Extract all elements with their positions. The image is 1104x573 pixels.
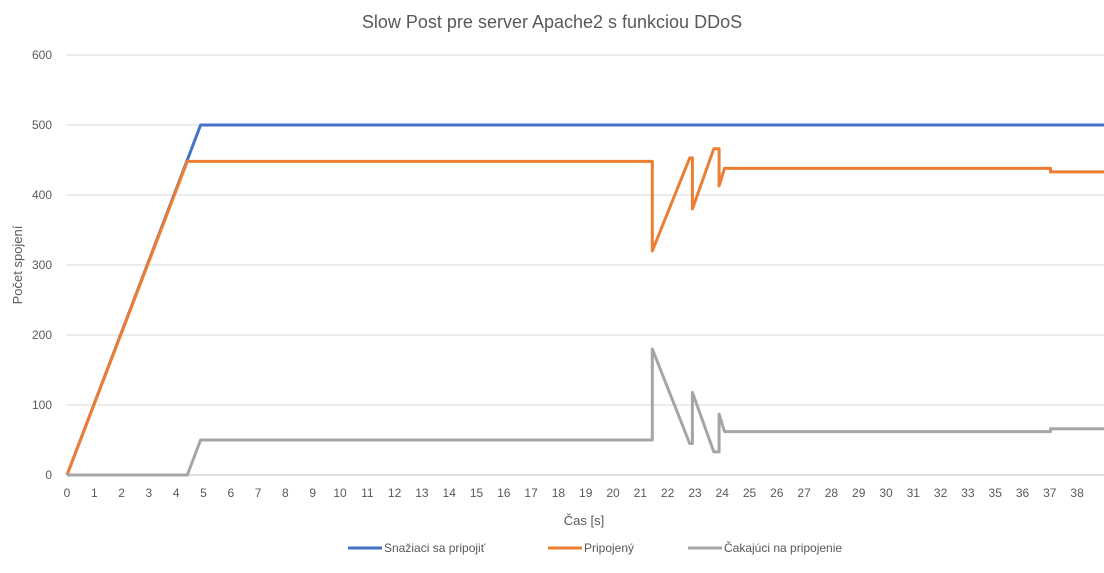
series-line (67, 347, 1104, 477)
x-axis-ticks: 0 1 2 3 4 5 6 7 8 9 10 11 12 13 14 15 16 17 18 19 20 21 22 23 24… (64, 486, 1084, 500)
y-tick-label: 500 (32, 118, 52, 132)
x-tick-label: 6 (227, 486, 234, 500)
x-tick-label: 31 (907, 486, 921, 500)
series-line (65, 147, 1104, 476)
x-tick-label: 38 (1070, 486, 1084, 500)
legend-label: Snažiaci sa pripojiť (384, 541, 486, 555)
x-tick-label: 25 (743, 486, 757, 500)
x-tick-label: 24 (716, 486, 730, 500)
y-tick-label: 600 (32, 48, 52, 62)
x-tick-label: 5 (200, 486, 207, 500)
legend-label: Čakajúci na pripojenie (724, 540, 842, 555)
x-tick-label: 15 (470, 486, 484, 500)
x-tick-label: 35 (989, 486, 1003, 500)
x-tick-label: 12 (388, 486, 402, 500)
chart-title: Slow Post pre server Apache2 s funkciou … (362, 12, 742, 32)
x-tick-label: 1 (91, 486, 98, 500)
x-tick-label: 4 (173, 486, 180, 500)
x-tick-label: 9 (309, 486, 316, 500)
legend: Snažiaci sa pripojiť Pripojený Čakajúci na… (348, 540, 842, 555)
y-tick-label: 100 (32, 398, 52, 412)
x-tick-label: 32 (934, 486, 948, 500)
x-axis-title: Čas [s] (564, 513, 604, 528)
y-tick-label: 200 (32, 328, 52, 342)
series-lines (65, 123, 1104, 477)
x-tick-label: 26 (770, 486, 784, 500)
x-tick-label: 16 (497, 486, 511, 500)
line-chart: Slow Post pre server Apache2 s funkciou … (10, 12, 1104, 555)
x-tick-label: 13 (415, 486, 429, 500)
x-tick-label: 21 (634, 486, 648, 500)
y-tick-label: 0 (45, 468, 52, 482)
x-tick-label: 27 (797, 486, 811, 500)
y-tick-label: 300 (32, 258, 52, 272)
x-tick-label: 19 (579, 486, 593, 500)
gridlines (67, 54, 1104, 476)
x-tick-label: 30 (879, 486, 893, 500)
x-tick-label: 0 (64, 486, 71, 500)
x-tick-label: 20 (606, 486, 620, 500)
x-tick-label: 17 (524, 486, 538, 500)
x-tick-label: 23 (688, 486, 702, 500)
chart: Slow Post pre server Apache2 s funkciou … (0, 0, 1104, 568)
x-tick-label: 7 (255, 486, 262, 500)
y-axis-title: Počet spojení (10, 225, 25, 304)
x-tick-label: 18 (552, 486, 566, 500)
x-tick-label: 10 (333, 486, 347, 500)
x-tick-label: 37 (1043, 486, 1057, 500)
x-tick-label: 14 (443, 486, 457, 500)
x-tick-label: 29 (852, 486, 866, 500)
series-line (65, 123, 1104, 476)
y-tick-label: 400 (32, 188, 52, 202)
x-tick-label: 33 (961, 486, 975, 500)
x-tick-label: 22 (661, 486, 675, 500)
x-tick-label: 11 (361, 486, 374, 500)
x-tick-label: 3 (146, 486, 153, 500)
y-axis-ticks: 0 100 200 300 400 500 600 (32, 48, 52, 482)
x-tick-label: 28 (825, 486, 839, 500)
legend-label: Pripojený (584, 541, 634, 555)
x-tick-label: 36 (1016, 486, 1030, 500)
x-tick-label: 8 (282, 486, 289, 500)
x-tick-label: 2 (118, 486, 125, 500)
